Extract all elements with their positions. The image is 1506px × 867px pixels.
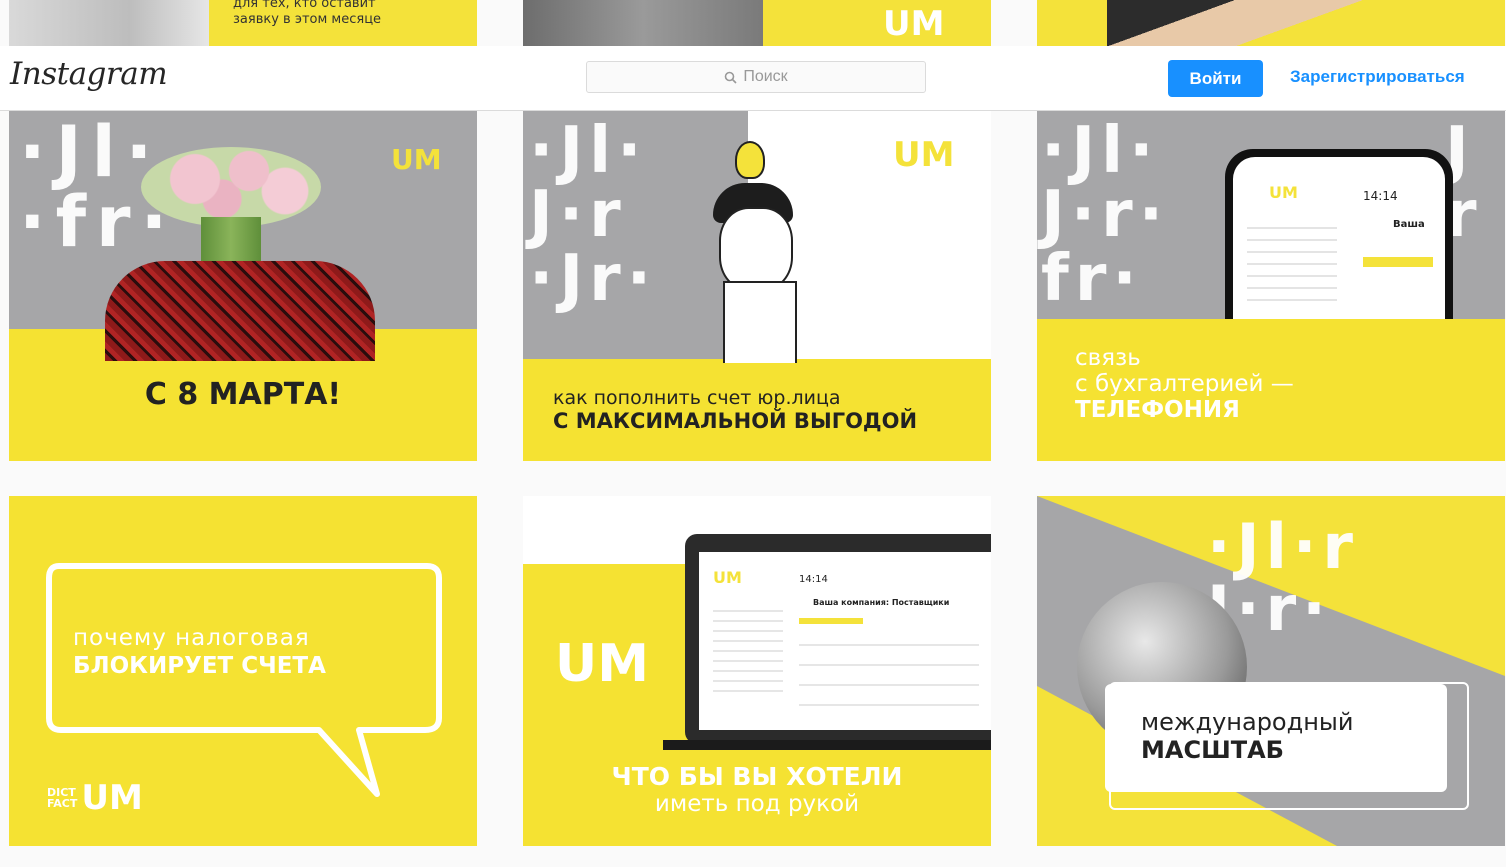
lightbulb-icon — [735, 141, 765, 179]
post-at-hand[interactable]: UM 14:14 Ваша компания: Поставщики UM ЧТ… — [523, 496, 991, 846]
laptop-base — [663, 740, 991, 750]
caption-line-1: международный — [1141, 708, 1354, 736]
screen-time: 14:14 — [799, 574, 828, 585]
post-logo: UM — [893, 135, 955, 175]
screen-logo: UM — [713, 568, 742, 587]
screen-title: Ваша компания: Поставщики — [813, 598, 950, 607]
register-link[interactable]: Зарегистрироваться — [1290, 67, 1465, 87]
post-top-2[interactable]: UM — [523, 0, 991, 46]
brand-logo: DICT FACT UM — [47, 778, 143, 818]
post-caption: международный МАСШТАБ — [1141, 708, 1353, 764]
cartoon-character — [683, 183, 833, 363]
post-international[interactable]: ·Jl·r J·r· международный МАСШТАБ — [1037, 496, 1505, 846]
post-top-3[interactable] — [1037, 0, 1505, 46]
post-top-1-text: для тех, кто оставит заявку в этом месяц… — [233, 0, 382, 27]
phone-time: 14:14 — [1363, 189, 1398, 203]
search-icon — [725, 71, 737, 84]
post-8-march[interactable]: ·Jl· ·fr· UM С 8 МАРТА! — [9, 111, 477, 461]
person-flannel-shirt — [105, 261, 375, 361]
top-navbar: Instagram Поиск Войти Зарегистрироваться — [0, 46, 1506, 111]
caption-line-2: С МАКСИМАЛЬНОЙ ВЫГОДОЙ — [553, 409, 918, 433]
post-title: С 8 МАРТА! — [144, 377, 342, 412]
caption-line-3: ТЕЛЕФОНИЯ — [1075, 397, 1240, 423]
post-caption: связь с бухгалтерией — ТЕЛЕФОНИЯ — [1075, 345, 1294, 423]
phone-logo: UM — [1269, 183, 1298, 202]
phone-mockup: UM 14:14 Ваша — [1225, 149, 1453, 319]
caption-line-2: МАСШТАБ — [1141, 736, 1284, 764]
caption-line-2: с бухгалтерией — — [1075, 371, 1294, 397]
caption-line-1: ЧТО БЫ ВЫ ХОТЕЛИ — [611, 762, 903, 791]
post-top-1-photo — [9, 0, 209, 46]
search-placeholder: Поиск — [743, 68, 788, 85]
post-account-topup[interactable]: ·Jl· J·r ·Jr· UM как пополнить счет юр.лиц… — [523, 111, 991, 461]
post-top-2-photo — [523, 0, 823, 46]
post-telephony[interactable]: ·Jl· J·r· fr· Jr UM 14:14 Ваша связь с бух… — [1037, 111, 1505, 461]
caption-line-1: как пополнить счет юр.лица — [553, 387, 841, 409]
post-tax-blocking[interactable]: почему налоговая БЛОКИРУЕТ СЧЕТА DICT FA… — [9, 496, 477, 846]
post-top-2-logo: UM — [883, 4, 945, 44]
search-input[interactable]: Поиск — [586, 61, 926, 93]
post-caption: как пополнить счет юр.лица С МАКСИМАЛЬНО… — [553, 387, 917, 433]
pattern-glyphs: ·Jl· J·r ·Jr· — [529, 114, 657, 316]
laptop-mockup: UM 14:14 Ваша компания: Поставщики — [685, 534, 991, 744]
login-button[interactable]: Войти — [1168, 60, 1263, 97]
caption-line-2: БЛОКИРУЕТ СЧЕТА — [73, 653, 326, 679]
caption-line-1: связь — [1075, 345, 1141, 371]
caption-line-2: иметь под рукой — [654, 791, 860, 817]
post-logo: UM — [391, 143, 442, 176]
caption-line-1: почему налоговая — [73, 625, 310, 651]
post-top-1[interactable]: для тех, кто оставит заявку в этом месяц… — [9, 0, 477, 46]
post-caption: ЧТО БЫ ВЫ ХОТЕЛИ иметь под рукой — [523, 762, 991, 817]
instagram-logo[interactable]: Instagram — [10, 56, 168, 92]
phone-company: Ваша — [1393, 219, 1425, 230]
post-logo: UM — [555, 634, 649, 694]
post-caption: почему налоговая БЛОКИРУЕТ СЧЕТА — [73, 624, 326, 680]
post-top-3-handshake — [1107, 0, 1407, 46]
pattern-glyphs: ·Jl· J·r· fr· — [1041, 114, 1169, 316]
